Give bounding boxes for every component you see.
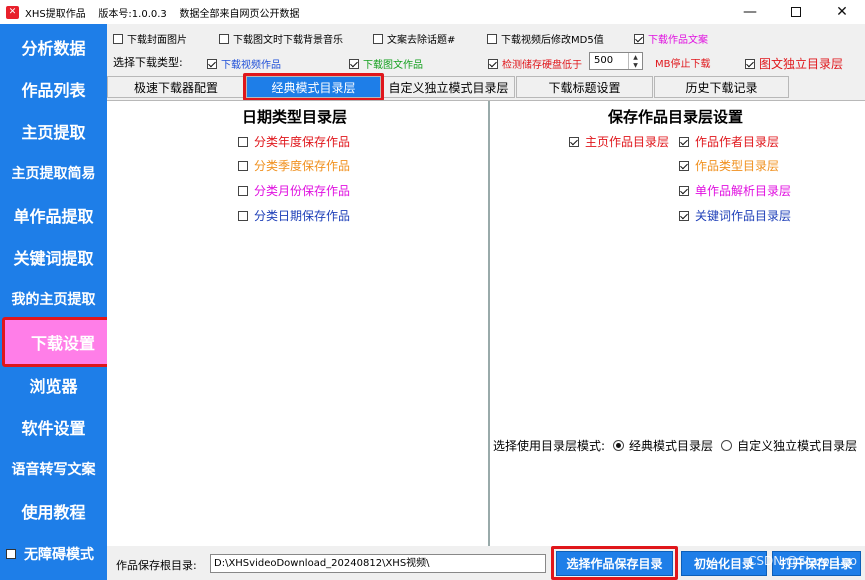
save-path-input[interactable]: D:\XHSvideoDownload_20240812\XHS视频\ bbox=[210, 554, 546, 573]
checkbox[interactable] bbox=[679, 160, 689, 171]
option-image-independent-dir[interactable]: 图文独立目录层 bbox=[745, 55, 843, 72]
close-button[interactable]: ✕ bbox=[819, 0, 865, 24]
radio-classic-mode[interactable] bbox=[613, 440, 625, 451]
checkbox[interactable] bbox=[488, 58, 498, 69]
radio-classic-label[interactable]: 经典模式目录层 bbox=[629, 437, 713, 454]
option-month-folder[interactable]: 分类月份保存作品 bbox=[238, 182, 350, 199]
disk-unit-label: MB停止下载 bbox=[655, 59, 711, 70]
sidebar-item-analysis[interactable]: 分析数据 bbox=[0, 26, 107, 68]
checkbox[interactable] bbox=[238, 136, 248, 147]
tab-download-history[interactable]: 历史下载记录 bbox=[654, 76, 789, 98]
option-remove-hashtag[interactable]: 文案去除话题# bbox=[373, 31, 455, 46]
option-download-cover[interactable]: 下载封面图片 bbox=[113, 31, 187, 46]
settings-tabs: 极速下载器配置 经典模式目录层 自定义独立模式目录层 下载标题设置 历史下载记录 bbox=[107, 73, 865, 101]
tab-custom-directory[interactable]: 自定义独立模式目录层 bbox=[382, 76, 515, 98]
watermark: CSDN @Staro_Leo bbox=[748, 554, 857, 568]
sidebar-item-browser[interactable]: 浏览器 bbox=[0, 364, 107, 406]
checkbox[interactable] bbox=[679, 210, 689, 221]
option-homepage-folder[interactable]: 主页作品目录层 bbox=[569, 133, 669, 150]
checkbox[interactable] bbox=[238, 160, 248, 171]
sidebar-item-download-settings[interactable]: 下载设置 bbox=[2, 317, 124, 367]
radio-custom-label[interactable]: 自定义独立模式目录层 bbox=[737, 437, 857, 454]
checkbox[interactable] bbox=[207, 58, 217, 69]
sidebar-item-tutorial[interactable]: 使用教程 bbox=[0, 490, 107, 532]
accessibility-toggle[interactable]: 无障碍模式 bbox=[6, 544, 94, 564]
sidebar-item-homepage-extract[interactable]: 主页提取 bbox=[0, 110, 107, 152]
sidebar-item-homepage-simple[interactable]: 主页提取简易 bbox=[0, 152, 107, 194]
button-highlight-frame bbox=[551, 546, 678, 580]
option-download-bgm[interactable]: 下载图文时下载背景音乐 bbox=[219, 31, 343, 46]
checkbox[interactable] bbox=[113, 33, 123, 44]
checkbox[interactable] bbox=[487, 33, 497, 44]
sidebar-item-works-list[interactable]: 作品列表 bbox=[0, 68, 107, 110]
sidebar-item-software-settings[interactable]: 软件设置 bbox=[0, 406, 107, 448]
download-options: 下载封面图片 下载图文时下载背景音乐 文案去除话题# 下载视频后修改MD5值 下… bbox=[107, 24, 865, 76]
sidebar-item-single-extract[interactable]: 单作品提取 bbox=[0, 194, 107, 236]
tab-fast-downloader[interactable]: 极速下载器配置 bbox=[107, 76, 245, 98]
spinner-up-icon[interactable]: ▲ bbox=[633, 54, 638, 61]
directory-mode-selector: 选择使用目录层模式: 经典模式目录层 自定义独立模式目录层 bbox=[493, 437, 857, 454]
option-date-folder[interactable]: 分类日期保存作品 bbox=[238, 207, 350, 224]
minimize-button[interactable]: — bbox=[727, 0, 773, 24]
tab-download-title[interactable]: 下载标题设置 bbox=[516, 76, 653, 98]
directory-mode-label: 选择使用目录层模式: bbox=[493, 439, 606, 453]
sidebar-item-speech-transcribe[interactable]: 语音转写文案 bbox=[0, 448, 107, 490]
checkbox[interactable] bbox=[679, 136, 689, 147]
tab-content: 日期类型目录层 分类年度保存作品 分类季度保存作品 分类月份保存作品 分类日期保… bbox=[107, 100, 865, 547]
checkbox[interactable] bbox=[238, 210, 248, 221]
checkbox[interactable] bbox=[219, 33, 229, 44]
checkbox[interactable] bbox=[745, 58, 755, 69]
sidebar: 分析数据 作品列表 主页提取 主页提取简易 单作品提取 关键词提取 我的主页提取… bbox=[0, 24, 124, 580]
download-type-label: 选择下载类型: bbox=[113, 56, 183, 69]
disk-threshold-spinner[interactable]: ▲ ▼ bbox=[628, 53, 642, 69]
checkbox[interactable] bbox=[349, 58, 359, 69]
sidebar-item-keyword-extract[interactable]: 关键词提取 bbox=[0, 236, 107, 278]
option-keyword-folder[interactable]: 关键词作品目录层 bbox=[679, 207, 791, 224]
option-download-video[interactable]: 下载视频作品 bbox=[207, 56, 281, 71]
tab-highlight-frame bbox=[243, 73, 384, 101]
option-download-caption[interactable]: 下载作品文案 bbox=[634, 31, 708, 46]
save-path-label: 作品保存根目录: bbox=[116, 559, 197, 572]
app-logo-icon: ✕ bbox=[6, 5, 19, 19]
checkbox[interactable] bbox=[569, 136, 579, 147]
option-modify-md5[interactable]: 下载视频后修改MD5值 bbox=[487, 31, 604, 46]
date-directory-title: 日期类型目录层 bbox=[242, 108, 348, 126]
option-type-folder[interactable]: 作品类型目录层 bbox=[679, 157, 779, 174]
checkbox[interactable] bbox=[634, 33, 644, 44]
option-quarter-folder[interactable]: 分类季度保存作品 bbox=[238, 157, 350, 174]
checkbox[interactable] bbox=[679, 185, 689, 196]
checkbox[interactable] bbox=[238, 185, 248, 196]
maximize-button[interactable] bbox=[773, 0, 819, 24]
option-check-disk[interactable]: 检测储存硬盘低于 bbox=[488, 56, 582, 71]
spinner-down-icon[interactable]: ▼ bbox=[633, 62, 638, 69]
maximize-icon bbox=[791, 7, 801, 17]
accessibility-label: 无障碍模式 bbox=[24, 547, 94, 563]
option-single-parse-folder[interactable]: 单作品解析目录层 bbox=[679, 182, 791, 199]
radio-custom-mode[interactable] bbox=[721, 440, 733, 451]
panel-divider bbox=[488, 101, 490, 547]
sidebar-item-my-homepage[interactable]: 我的主页提取 bbox=[0, 278, 107, 320]
checkbox[interactable] bbox=[373, 33, 383, 44]
option-download-image[interactable]: 下载图文作品 bbox=[349, 56, 423, 71]
window-title: XHS提取作品 版本号:1.0.0.3 数据全部来自网页公开数据 bbox=[25, 8, 300, 20]
title-bar: ✕ XHS提取作品 版本号:1.0.0.3 数据全部来自网页公开数据 — ✕ bbox=[0, 0, 865, 24]
accessibility-checkbox[interactable] bbox=[6, 549, 16, 559]
option-author-folder[interactable]: 作品作者目录层 bbox=[679, 133, 779, 150]
option-year-folder[interactable]: 分类年度保存作品 bbox=[238, 133, 350, 150]
save-directory-title: 保存作品目录层设置 bbox=[608, 108, 744, 126]
